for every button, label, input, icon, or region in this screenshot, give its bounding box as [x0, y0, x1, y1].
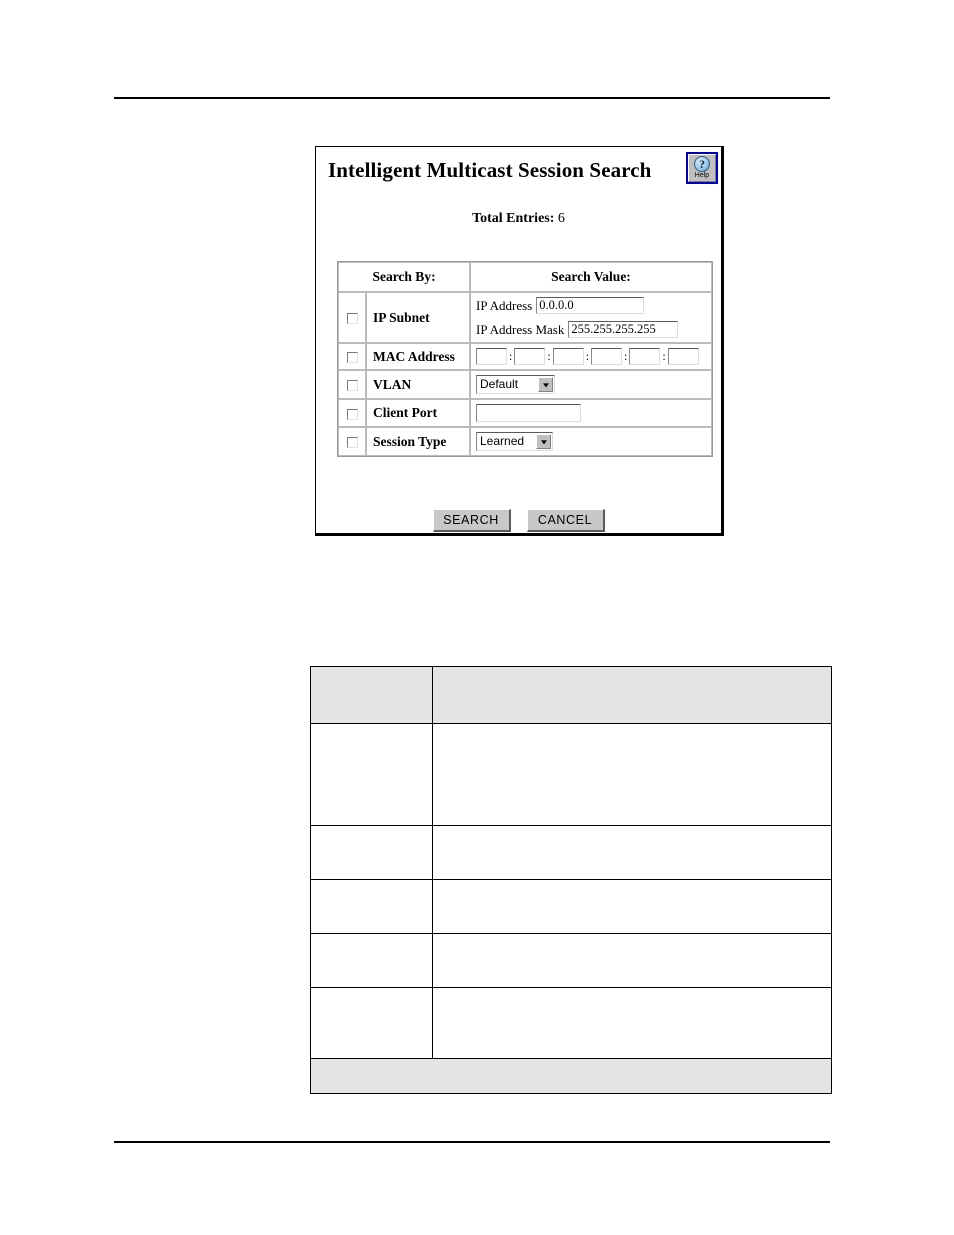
action-button-bar: SEARCH CANCEL [316, 509, 721, 532]
column-header-search-by: Search By: [338, 262, 470, 292]
mac-address-field-group: : : : : : [476, 348, 706, 365]
ip-mask-field-group: IP Address Mask [476, 321, 706, 338]
row-label-vlan: VLAN [366, 370, 470, 399]
table-header-row: Search By: Search Value: [338, 262, 712, 292]
session-type-select[interactable]: Learned [476, 432, 553, 451]
mac-separator-4: : [624, 349, 628, 363]
mac-octet-5-input[interactable] [629, 348, 661, 365]
page-title: Intelligent Multicast Session Search [328, 158, 652, 182]
value-cell-ip-subnet: IP Address IP Address Mask [470, 292, 712, 343]
ip-address-mask-label: IP Address Mask [476, 321, 565, 337]
table-row [310, 879, 832, 934]
description-row-4-col2 [432, 987, 832, 1059]
mac-octet-3-input[interactable] [552, 348, 584, 365]
ip-address-field-group: IP Address [476, 297, 706, 314]
description-header-col1 [310, 666, 433, 724]
row-label-client-port: Client Port [366, 399, 470, 427]
table-row: Client Port [338, 399, 712, 427]
description-row-0-col1 [310, 723, 433, 826]
mac-octet-2-input[interactable] [514, 348, 546, 365]
description-row-3-col2 [432, 933, 832, 988]
column-header-search-value: Search Value: [470, 262, 712, 292]
value-cell-vlan: Default [470, 370, 712, 399]
mac-octet-4-input[interactable] [591, 348, 623, 365]
value-cell-client-port [470, 399, 712, 427]
description-row-0-col2 [432, 723, 832, 826]
table-row [310, 987, 832, 1059]
mac-octet-6-input[interactable] [667, 348, 699, 365]
ip-address-label: IP Address [476, 297, 533, 313]
description-row-1-col2 [432, 825, 832, 880]
total-entries-label: Total Entries: [472, 211, 555, 226]
ip-address-input[interactable] [536, 297, 645, 314]
mac-octet-1-input[interactable] [476, 348, 507, 365]
table-row [310, 723, 832, 826]
checkbox-cell-ip-subnet[interactable] [338, 292, 366, 343]
table-row: VLAN Default [338, 370, 712, 399]
help-question-icon: ? [694, 156, 710, 172]
search-button[interactable]: SEARCH [432, 509, 511, 532]
ip-address-mask-input[interactable] [568, 321, 679, 338]
client-port-input[interactable] [476, 404, 581, 422]
checkbox-mac-address[interactable] [346, 352, 358, 364]
vlan-select-value: Default [480, 377, 519, 391]
help-button[interactable]: ? Help [686, 152, 718, 184]
application-window: Intelligent Multicast Session Search ? H… [315, 146, 724, 536]
chevron-down-icon[interactable] [536, 434, 551, 449]
checkbox-vlan[interactable] [346, 380, 358, 392]
page-header-rule [114, 97, 830, 99]
checkbox-session-type[interactable] [346, 437, 358, 449]
description-row-1-col1 [310, 825, 433, 880]
window-title-bar: Intelligent Multicast Session Search ? H… [316, 147, 721, 197]
value-cell-mac-address: : : : : : [470, 343, 712, 370]
checkbox-cell-vlan[interactable] [338, 370, 366, 399]
help-button-label: Help [694, 172, 710, 179]
description-footer-text [310, 1058, 832, 1094]
mac-separator-5: : [662, 349, 666, 363]
table-row: IP Subnet IP Address IP Address Mask [338, 292, 712, 343]
page-footer-rule [114, 1141, 830, 1143]
description-header-col2 [432, 666, 832, 724]
checkbox-cell-client-port[interactable] [338, 399, 366, 427]
row-label-ip-subnet: IP Subnet [366, 292, 470, 343]
table-row [310, 825, 832, 880]
value-cell-session-type: Learned [470, 427, 712, 456]
description-row-2-col2 [432, 879, 832, 934]
checkbox-client-port[interactable] [346, 408, 358, 420]
cancel-button[interactable]: CANCEL [526, 509, 605, 532]
checkbox-cell-mac-address[interactable] [338, 343, 366, 370]
vlan-select[interactable]: Default [476, 375, 555, 394]
row-label-session-type: Session Type [366, 427, 470, 456]
checkbox-cell-session-type[interactable] [338, 427, 366, 456]
description-table [310, 666, 832, 1094]
description-row-2-col1 [310, 879, 433, 934]
help-button-face: ? Help [688, 154, 716, 182]
table-row: Session Type Learned [338, 427, 712, 456]
chevron-down-icon[interactable] [538, 377, 553, 392]
description-row-4-col1 [310, 987, 433, 1059]
session-type-select-value: Learned [480, 434, 525, 448]
checkbox-ip-subnet[interactable] [346, 313, 358, 325]
table-row [310, 933, 832, 988]
description-row-3-col1 [310, 933, 433, 988]
total-entries-value: 6 [557, 211, 565, 226]
row-label-mac-address: MAC Address [366, 343, 470, 370]
mac-separator-2: : [547, 349, 551, 363]
description-header-row [310, 666, 832, 724]
table-row: MAC Address : : : : : [338, 343, 712, 370]
search-criteria-table: Search By: Search Value: IP Subnet IP Ad… [337, 261, 713, 457]
description-footer-row [310, 1058, 832, 1094]
mac-separator-1: : [509, 349, 513, 363]
total-entries: Total Entries: 6 [316, 211, 721, 227]
mac-separator-3: : [585, 349, 590, 363]
